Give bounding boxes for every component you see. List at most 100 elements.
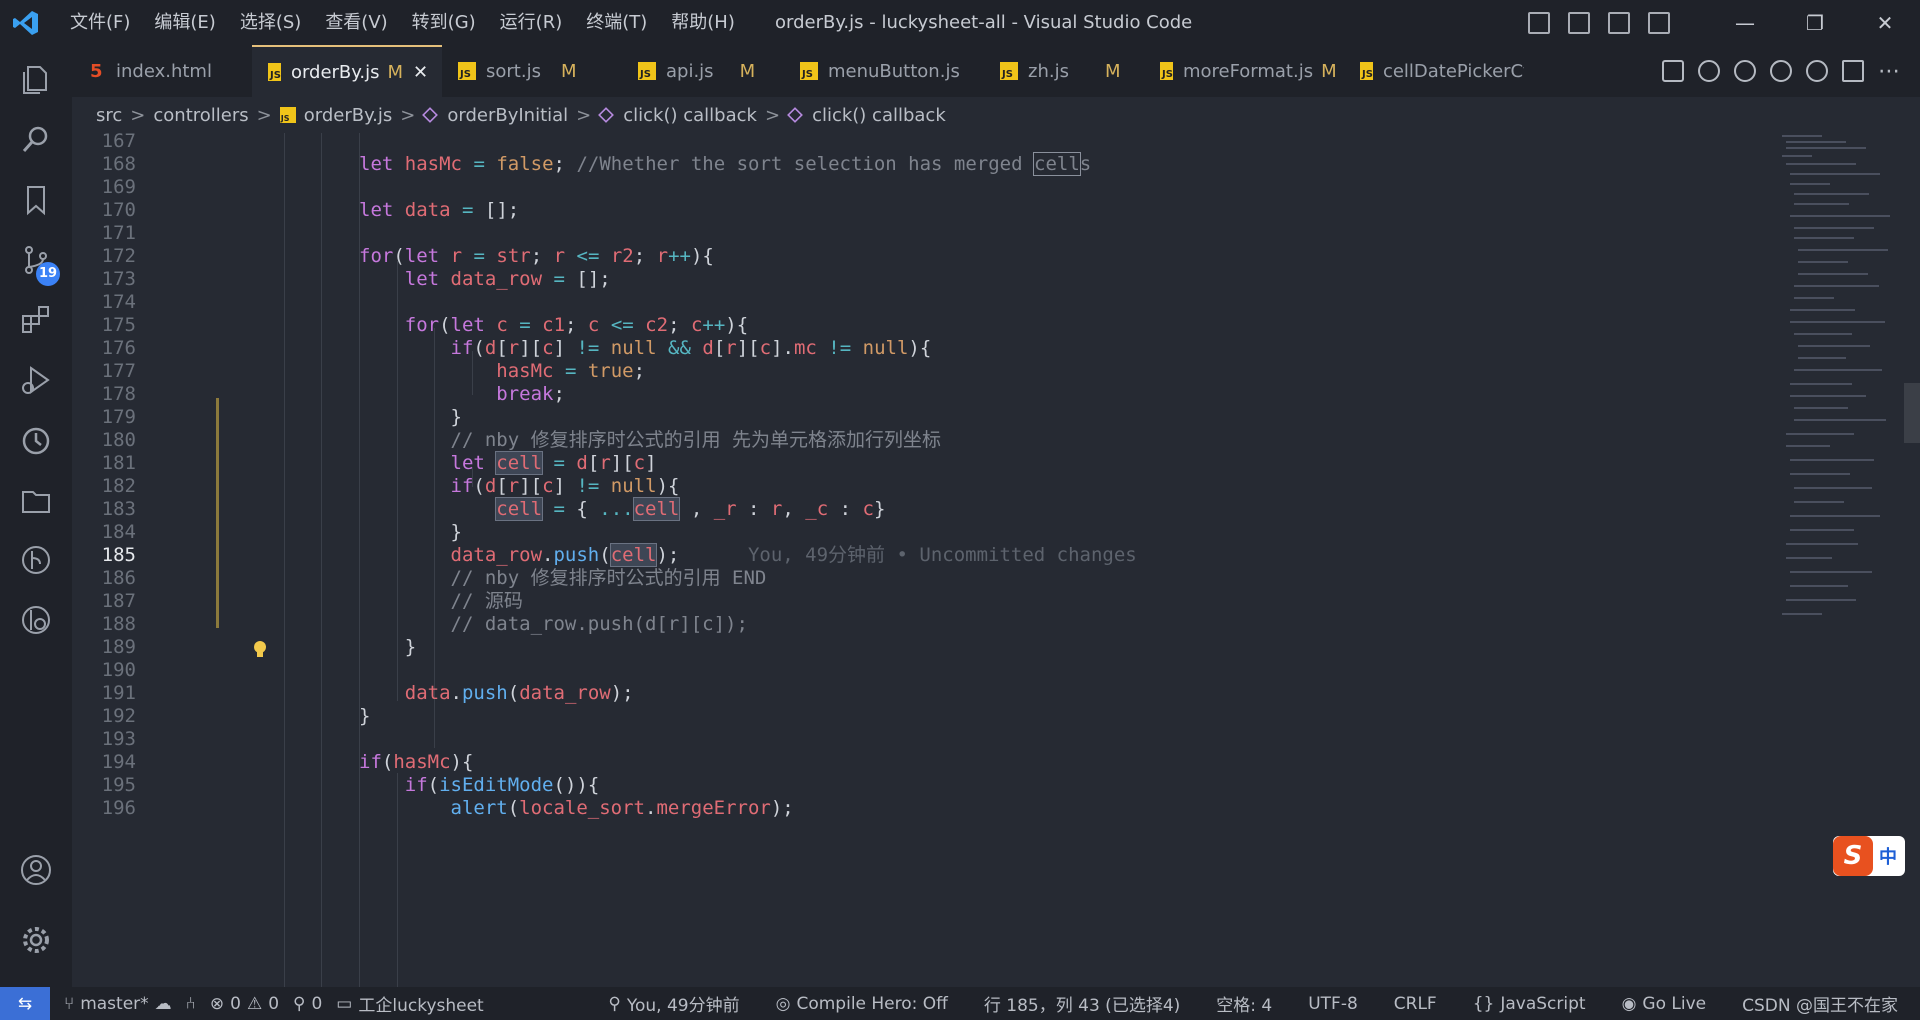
menu-edit[interactable]: 编辑(E) — [142, 0, 227, 45]
gitlens-compare-icon[interactable] — [1698, 60, 1720, 82]
tab-label: cellDatePickerCt — [1382, 60, 1524, 82]
line-number: 196 — [101, 797, 136, 819]
method-cube-icon — [787, 107, 803, 123]
tab-menubutton-js[interactable]: JS menuButton.js — [784, 45, 984, 97]
close-window-button[interactable]: ✕ — [1850, 0, 1920, 45]
antenna-icon: ⚲ — [293, 993, 306, 1014]
breadcrumb: src > controllers > JS orderBy.js > orde… — [96, 97, 946, 133]
end-of-line[interactable]: CRLF — [1394, 994, 1437, 1014]
language-mode[interactable]: {} JavaScript — [1473, 994, 1586, 1014]
js-file-icon: JS — [1360, 62, 1373, 80]
breadcrumb-controllers[interactable]: controllers — [153, 105, 248, 126]
timeline-icon[interactable] — [0, 410, 72, 470]
tab-celldatepicker-js[interactable]: JS cellDatePickerCt — [1344, 45, 1524, 97]
pull-requests-icon[interactable]: ⑃ — [186, 994, 196, 1014]
sync-icon[interactable]: ☁ — [155, 994, 172, 1014]
menu-terminal[interactable]: 终端(T) — [574, 0, 659, 45]
folder-indicator[interactable]: ▭ 工企luckysheet — [336, 991, 483, 1017]
js-file-icon: JS — [268, 63, 281, 81]
status-bar: ⇆ ⑂ master* ☁ ⑃ ⊗ 0 ⚠ 0 ⚲ 0 ▭ 工企luckyshe… — [0, 987, 1920, 1020]
breadcrumb-symbol-2[interactable]: click() callback — [623, 105, 757, 126]
tab-zh-js[interactable]: JS zh.js M — [984, 45, 1144, 97]
tab-index-html[interactable]: 5 index.html — [72, 45, 252, 97]
ports-count: 0 — [311, 993, 323, 1014]
tab-orderby-js[interactable]: JS orderBy.js M ✕ — [252, 45, 442, 97]
menu-help[interactable]: 帮助(H) — [659, 0, 747, 45]
chevron-right-icon: > — [256, 104, 272, 126]
run-debug-icon[interactable] — [0, 350, 72, 410]
title-bar: 文件(F) 编辑(E) 选择(S) 查看(V) 转到(G) 运行(R) 终端(T… — [0, 0, 1920, 45]
js-file-icon: JS — [458, 62, 476, 80]
explorer-icon[interactable] — [0, 50, 72, 110]
tab-sort-js[interactable]: JS sort.js M — [442, 45, 622, 97]
git-graph-icon[interactable] — [0, 530, 72, 590]
js-file-icon: JS — [1000, 62, 1018, 80]
menu-go[interactable]: 转到(G) — [400, 0, 488, 45]
error-count: 0 — [230, 993, 241, 1014]
eye-off-icon: ◎ — [775, 993, 791, 1014]
open-changes-icon[interactable] — [1662, 60, 1684, 82]
remote-indicator-icon[interactable]: ⇆ — [0, 987, 50, 1020]
toggle-primary-sidebar-icon[interactable] — [1528, 11, 1550, 34]
warning-icon: ⚠ — [246, 993, 263, 1014]
toggle-panel-icon[interactable] — [1568, 11, 1590, 34]
restore-button[interactable]: ❐ — [1780, 0, 1850, 45]
encoding[interactable]: UTF-8 — [1308, 994, 1358, 1014]
next-change-icon[interactable] — [1770, 60, 1792, 82]
blame-text: You, 49分钟前 — [626, 996, 740, 1016]
ime-indicator[interactable]: S 中 — [1833, 836, 1905, 876]
breadcrumb-symbol-1[interactable]: orderByInitial — [447, 105, 568, 126]
accounts-icon[interactable] — [0, 840, 72, 900]
extensions-icon[interactable] — [0, 290, 72, 350]
compile-hero-toggle[interactable]: ◎ Compile Hero: Off — [776, 994, 948, 1014]
git-branch-icon: ⑂ — [64, 993, 75, 1014]
vertical-scrollbar[interactable] — [1904, 133, 1920, 987]
method-cube-icon — [598, 107, 615, 123]
problems-indicator[interactable]: ⊗ 0 ⚠ 0 — [210, 994, 279, 1014]
breadcrumb-src[interactable]: src — [96, 105, 122, 126]
method-cube-icon — [422, 107, 439, 123]
scm-badge: 19 — [36, 262, 60, 286]
menu-selection[interactable]: 选择(S) — [228, 0, 313, 45]
split-editor-icon[interactable] — [1842, 60, 1864, 82]
branch-indicator[interactable]: ⑂ master* ☁ — [64, 994, 172, 1014]
previous-change-icon[interactable] — [1734, 60, 1756, 82]
ports-indicator[interactable]: ⚲ 0 — [293, 994, 322, 1014]
source-control-icon[interactable]: 19 — [0, 230, 72, 290]
menu-run[interactable]: 运行(R) — [488, 0, 575, 45]
cursor-position[interactable]: 行 185，列 43 (已选择4) — [984, 991, 1180, 1016]
customize-layout-icon[interactable] — [1648, 11, 1670, 34]
settings-gear-icon[interactable] — [0, 910, 72, 970]
warning-count: 0 — [268, 993, 280, 1014]
gitlens-icon[interactable] — [0, 590, 72, 650]
broadcast-icon: ◉ — [1621, 993, 1637, 1014]
breadcrumb-file[interactable]: orderBy.js — [304, 105, 393, 126]
search-icon[interactable] — [0, 110, 72, 170]
tab-moreformat-js[interactable]: JS moreFormat.js M — [1144, 45, 1344, 97]
tab-label: api.js — [666, 60, 714, 82]
chevron-right-icon: > — [130, 104, 146, 126]
menu-view[interactable]: 查看(V) — [313, 0, 399, 45]
go-live-button[interactable]: ◉ Go Live — [1622, 994, 1707, 1014]
close-tab-icon[interactable]: ✕ — [413, 62, 428, 83]
modified-indicator: M — [1104, 60, 1121, 82]
git-blame-status[interactable]: ⚲ You, 49分钟前 — [608, 991, 740, 1017]
tab-label: menuButton.js — [828, 60, 960, 82]
bookmark-icon[interactable] — [0, 170, 72, 230]
toggle-secondary-sidebar-icon[interactable] — [1608, 11, 1630, 34]
project-manager-icon[interactable] — [0, 470, 72, 530]
tab-api-js[interactable]: JS api.js M — [622, 45, 784, 97]
scrollbar-thumb[interactable] — [1904, 383, 1920, 443]
code-editor[interactable]: 167 168 let hasMc = false; //Whether the … — [72, 133, 1772, 987]
breadcrumb-symbol-3[interactable]: click() callback — [812, 105, 946, 126]
branch-name: master* — [80, 993, 149, 1014]
minimize-button[interactable]: — — [1710, 0, 1780, 45]
modified-indicator: M — [387, 61, 404, 83]
tab-label: sort.js — [486, 60, 541, 82]
toggle-blame-icon[interactable] — [1806, 60, 1828, 82]
menu-file[interactable]: 文件(F) — [58, 0, 142, 45]
more-actions-icon[interactable]: ⋯ — [1878, 59, 1900, 84]
sogou-logo-icon: S — [1833, 836, 1873, 876]
window-title: orderBy.js - luckysheet-all - Visual Stu… — [775, 12, 1193, 33]
indentation[interactable]: 空格: 4 — [1216, 991, 1272, 1016]
